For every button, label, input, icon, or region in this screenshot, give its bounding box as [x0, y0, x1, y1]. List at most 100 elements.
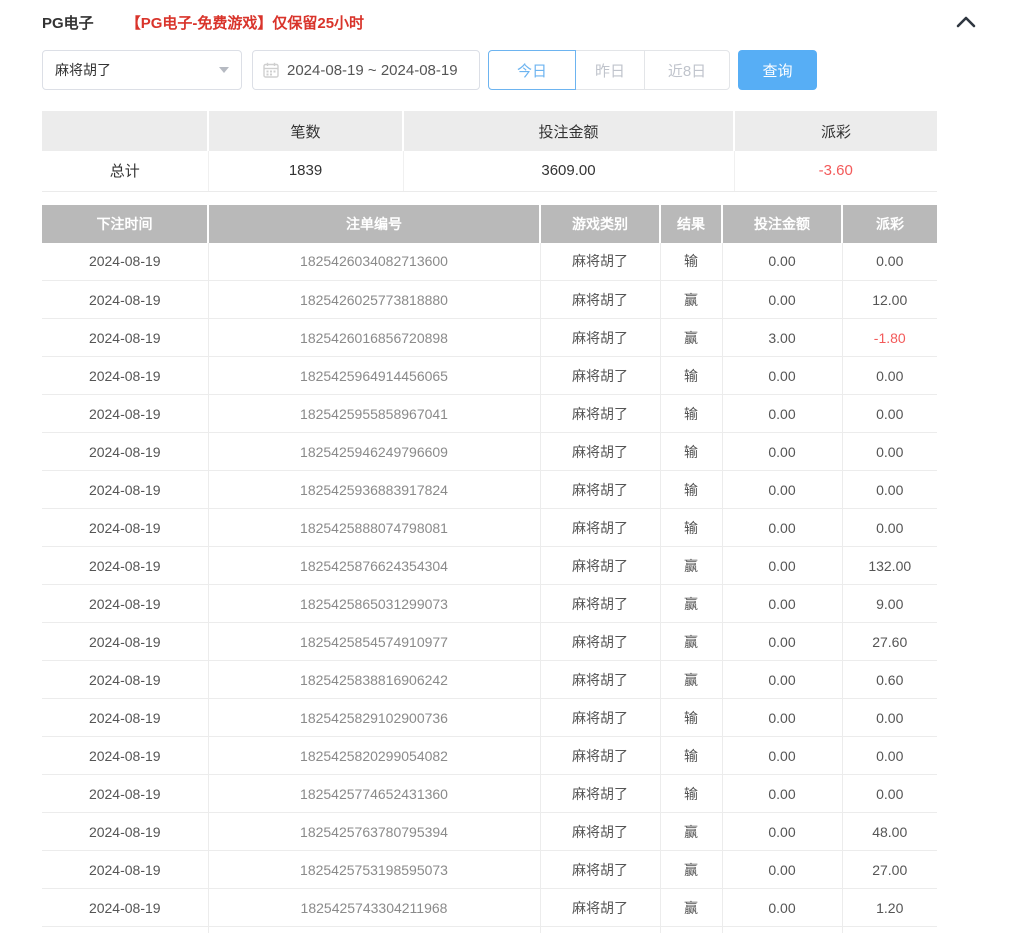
date-range-picker[interactable]: 2024-08-19 ~ 2024-08-19 [252, 50, 480, 90]
cell-result: 输 [660, 433, 722, 471]
cell-result: 赢 [660, 623, 722, 661]
table-row: 2024-08-191825425936883917824麻将胡了输0.000.… [42, 471, 937, 509]
summary-header-payout: 派彩 [734, 111, 937, 151]
cell-bet-amount: 0.00 [722, 737, 842, 775]
cell-result: 赢 [660, 661, 722, 699]
cell-payout: 0.00 [842, 699, 937, 737]
cell-bet-time: 2024-08-19 [42, 661, 208, 699]
cell-order-no: 1825426016856720898 [208, 319, 540, 357]
cell-game-type: 麻将胡了 [540, 243, 660, 281]
cell-game-type: 麻将胡了 [540, 623, 660, 661]
cell-order-no: 1825425753198595073 [208, 851, 540, 889]
date-range-value: 2024-08-19 ~ 2024-08-19 [287, 62, 458, 79]
cell-payout: 0.00 [842, 243, 937, 281]
query-button[interactable]: 查询 [738, 50, 817, 90]
cell-order-no: 1825425888074798081 [208, 509, 540, 547]
cell-bet-amount: 3.00 [722, 319, 842, 357]
cell-bet-amount: 0.00 [722, 851, 842, 889]
cell-order-no: 1825425964914456065 [208, 357, 540, 395]
cell-game-type: 麻将胡了 [540, 509, 660, 547]
table-row: 2024-08-191825425946249796609麻将胡了输0.000.… [42, 433, 937, 471]
retention-notice: 【PG电子-免费游戏】仅保留25小时 [126, 12, 364, 33]
cell-bet-amount: 0.00 [722, 509, 842, 547]
cell-bet-amount: 0.00 [722, 357, 842, 395]
cell-bet-time: 2024-08-19 [42, 585, 208, 623]
cell-result: 输 [660, 395, 722, 433]
cell-order-no: 1825425936883917824 [208, 471, 540, 509]
table-row: 2024-08-191825426025773818880麻将胡了赢0.0012… [42, 281, 937, 319]
cell-bet-amount: 0.00 [722, 395, 842, 433]
cell-game-type: 麻将胡了 [540, 547, 660, 585]
cell-bet-amount: 0.00 [722, 661, 842, 699]
cell-result: 输 [660, 243, 722, 281]
cell-order-no: 1825426034082713600 [208, 243, 540, 281]
filter-bar: 麻将胡了 2024-08-19 ~ 2024-08-19 [42, 50, 977, 90]
cell-bet-time: 2024-08-19 [42, 889, 208, 927]
cell-payout: 132.00 [842, 547, 937, 585]
cell-bet-time: 2024-08-19 [42, 319, 208, 357]
last-8-days-button[interactable]: 近8日 [644, 50, 730, 90]
summary-table: 笔数 投注金额 派彩 总计 1839 3609.00 -3.60 [42, 111, 937, 192]
cell-game-type: 麻将胡了 [540, 813, 660, 851]
table-row: 2024-08-191825426016856720898麻将胡了赢3.00-1… [42, 319, 937, 357]
cell-order-no: 1825425820299054082 [208, 737, 540, 775]
cell-order-no: 1825425737407400832 [208, 927, 540, 933]
today-button[interactable]: 今日 [488, 50, 576, 90]
cell-result: 输 [660, 737, 722, 775]
summary-total-payout: -3.60 [734, 151, 937, 191]
table-row: 2024-08-191825425838816906242麻将胡了赢0.000.… [42, 661, 937, 699]
cell-bet-amount: 0.00 [722, 699, 842, 737]
table-row: 2024-08-191825425743304211968麻将胡了赢0.001.… [42, 889, 937, 927]
cell-bet-time: 2024-08-19 [42, 775, 208, 813]
cell-result: 输 [660, 471, 722, 509]
cell-payout: 1.20 [842, 889, 937, 927]
table-row: 2024-08-191825425964914456065麻将胡了输0.000.… [42, 357, 937, 395]
cell-payout: 0.00 [842, 433, 937, 471]
summary-header-empty [42, 111, 208, 151]
cell-game-type: 麻将胡了 [540, 889, 660, 927]
cell-bet-time: 2024-08-19 [42, 813, 208, 851]
cell-game-type: 麻将胡了 [540, 585, 660, 623]
cell-result: 输 [660, 509, 722, 547]
col-header-order-no: 注单编号 [208, 205, 540, 243]
cell-order-no: 1825425946249796609 [208, 433, 540, 471]
cell-game-type: 麻将胡了 [540, 433, 660, 471]
cell-payout: 0.00 [842, 737, 937, 775]
table-row: 2024-08-191825425753198595073麻将胡了赢0.0027… [42, 851, 937, 889]
cell-bet-time: 2024-08-19 [42, 509, 208, 547]
summary-header-count: 笔数 [208, 111, 403, 151]
cell-payout: 0.00 [842, 471, 937, 509]
cell-result: 赢 [660, 851, 722, 889]
col-header-bet-time: 下注时间 [42, 205, 208, 243]
cell-payout: -1.80 [842, 319, 937, 357]
cell-payout: 27.60 [842, 623, 937, 661]
col-header-payout: 派彩 [842, 205, 937, 243]
yesterday-button[interactable]: 昨日 [575, 50, 645, 90]
cell-order-no: 1825425854574910977 [208, 623, 540, 661]
table-row: 2024-08-191825425763780795394麻将胡了赢0.0048… [42, 813, 937, 851]
cell-bet-time: 2024-08-19 [42, 281, 208, 319]
cell-bet-amount: 0.00 [722, 623, 842, 661]
cell-bet-amount: 0.00 [722, 775, 842, 813]
cell-bet-time: 2024-08-19 [42, 547, 208, 585]
collapse-panel-button[interactable] [955, 15, 977, 29]
cell-result: 赢 [660, 319, 722, 357]
chevron-down-icon [219, 67, 229, 73]
cell-result: 赢 [660, 889, 722, 927]
panel-title: PG电子 [42, 12, 94, 33]
cell-bet-time: 2024-08-19 [42, 395, 208, 433]
table-row: 2024-08-191825425955858967041麻将胡了输0.000.… [42, 395, 937, 433]
game-type-select[interactable]: 麻将胡了 [42, 50, 242, 90]
cell-bet-time: 2024-08-19 [42, 927, 208, 933]
bet-table-header-row: 下注时间 注单编号 游戏类别 结果 投注金额 派彩 [42, 205, 937, 243]
col-header-game-type: 游戏类别 [540, 205, 660, 243]
cell-payout: 12.00 [842, 281, 937, 319]
cell-order-no: 1825425865031299073 [208, 585, 540, 623]
cell-result: 赢 [660, 585, 722, 623]
table-row: 2024-08-191825425737407400832麻将胡了赢0.004.… [42, 927, 937, 933]
cell-bet-amount: 0.00 [722, 889, 842, 927]
cell-bet-time: 2024-08-19 [42, 433, 208, 471]
cell-payout: 0.00 [842, 395, 937, 433]
bet-table-body: 2024-08-191825426034082713600麻将胡了输0.000.… [42, 243, 937, 933]
cell-bet-amount: 0.00 [722, 471, 842, 509]
